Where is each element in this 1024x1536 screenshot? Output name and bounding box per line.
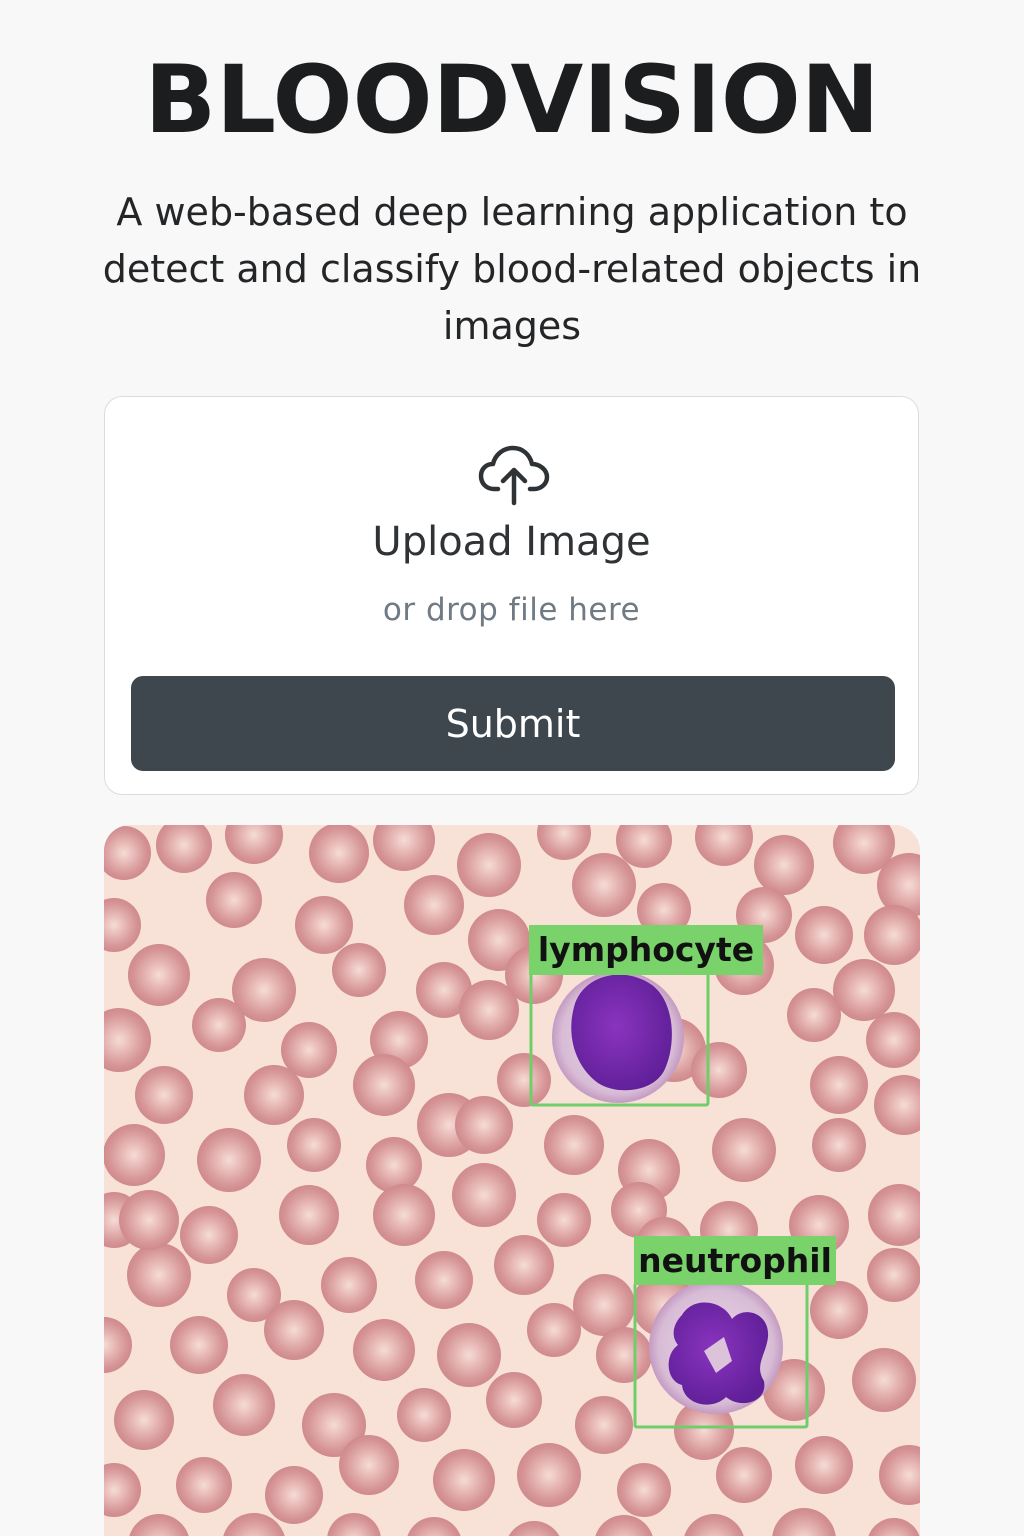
red-blood-cell [397, 1388, 451, 1442]
red-blood-cell [712, 1118, 776, 1182]
red-blood-cell [127, 1243, 191, 1307]
red-blood-cell [309, 825, 369, 883]
red-blood-cell [455, 1096, 513, 1154]
red-blood-cell [617, 1463, 671, 1517]
red-blood-cell [404, 875, 464, 935]
red-blood-cell [810, 1281, 868, 1339]
red-blood-cell [415, 1251, 473, 1309]
red-blood-cell [544, 1115, 604, 1175]
red-blood-cell [366, 1137, 422, 1193]
red-blood-cell [867, 1248, 920, 1302]
red-blood-cell [321, 1257, 377, 1313]
red-blood-cell [353, 1319, 415, 1381]
red-blood-cell [452, 1163, 516, 1227]
red-blood-cell [119, 1190, 179, 1250]
red-blood-cell [517, 1443, 581, 1507]
red-blood-cell [494, 1235, 554, 1295]
red-blood-cell [575, 1396, 633, 1454]
red-blood-cell [206, 872, 262, 928]
detection-result-image: lymphocyte neutrophil [104, 825, 920, 1536]
red-blood-cell [135, 1066, 193, 1124]
red-blood-cell [128, 944, 190, 1006]
upload-image-label: Upload Image [372, 519, 651, 565]
red-blood-cell [810, 1056, 868, 1114]
red-blood-cell [339, 1435, 399, 1495]
red-blood-cell [170, 1316, 228, 1374]
red-blood-cell [287, 1118, 341, 1172]
red-blood-cell [691, 1042, 747, 1098]
red-blood-cell [527, 1303, 581, 1357]
red-blood-cell [833, 959, 895, 1021]
red-blood-cell [279, 1185, 339, 1245]
red-blood-cell [264, 1300, 324, 1360]
upload-card: Upload Image or drop file here Submit [104, 396, 919, 795]
red-blood-cell [754, 835, 814, 895]
red-blood-cell [787, 988, 841, 1042]
red-blood-cell [852, 1348, 916, 1412]
red-blood-cell [213, 1374, 275, 1436]
red-blood-cell [537, 1193, 591, 1247]
red-blood-cell [373, 1184, 435, 1246]
red-blood-cell [795, 1436, 853, 1494]
red-blood-cell [353, 1054, 415, 1116]
red-blood-cell [244, 1065, 304, 1125]
red-blood-cell [433, 1449, 495, 1511]
lymphocyte-label: lymphocyte [538, 930, 754, 969]
red-blood-cell [572, 853, 636, 917]
red-blood-cell [197, 1128, 261, 1192]
submit-button[interactable]: Submit [131, 676, 895, 771]
red-blood-cell [573, 1274, 635, 1336]
red-blood-cell [596, 1327, 652, 1383]
app-title: BLOODVISION [144, 46, 880, 155]
drop-file-hint: or drop file here [382, 592, 641, 628]
app-subtitle: A web-based deep learning application to… [102, 190, 922, 348]
red-blood-cell [795, 906, 853, 964]
red-blood-cell [812, 1118, 866, 1172]
red-blood-cell [192, 998, 246, 1052]
upload-dropzone[interactable]: Upload Image or drop file here [105, 397, 918, 657]
red-blood-cell [265, 1466, 323, 1524]
cloud-upload-icon [478, 445, 550, 506]
red-blood-cell [486, 1372, 542, 1428]
red-blood-cell [457, 833, 521, 897]
blood-smear-image: lymphocyte neutrophil [104, 825, 920, 1536]
red-blood-cell [437, 1323, 501, 1387]
red-blood-cell [180, 1206, 238, 1264]
red-blood-cell [332, 943, 386, 997]
red-blood-cell [459, 980, 519, 1040]
red-blood-cell [866, 1012, 920, 1068]
red-blood-cell [104, 1124, 165, 1186]
red-blood-cell [716, 1447, 772, 1503]
red-blood-cell [295, 896, 353, 954]
red-blood-cell [176, 1457, 232, 1513]
neutrophil-label: neutrophil [638, 1241, 832, 1280]
red-blood-cell [114, 1390, 174, 1450]
red-blood-cell [497, 1053, 551, 1107]
